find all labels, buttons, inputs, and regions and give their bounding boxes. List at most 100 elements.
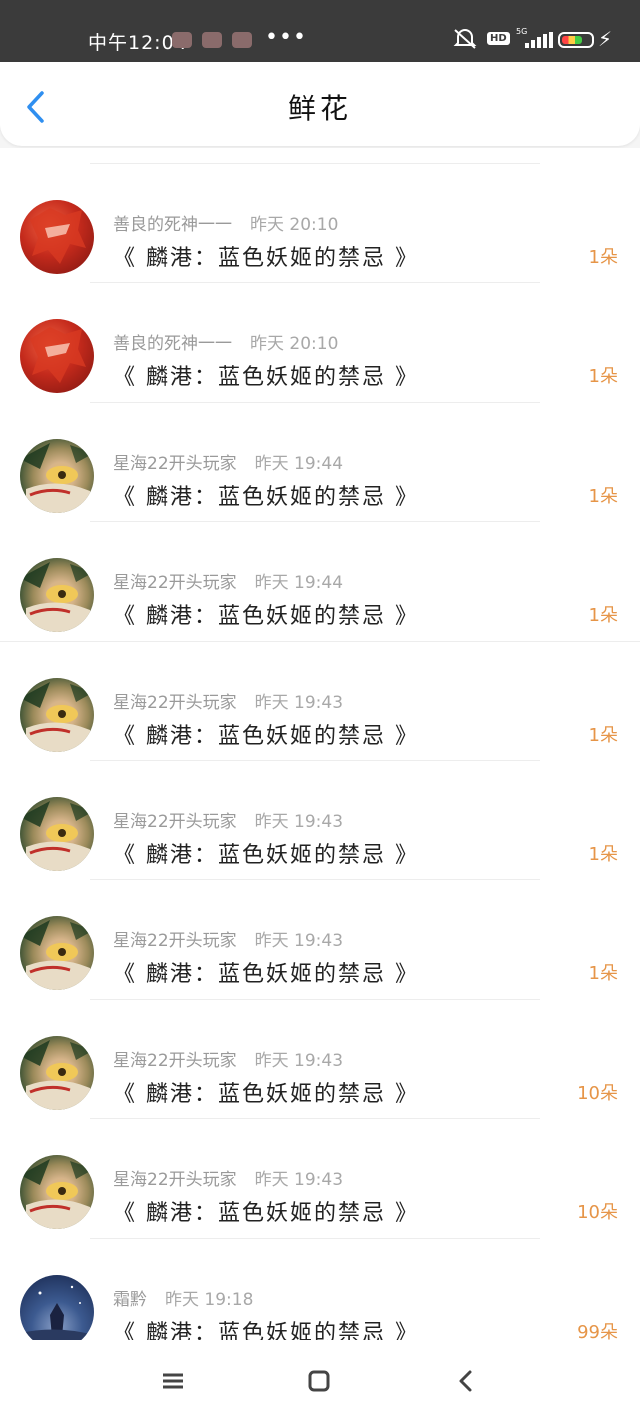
sender-name: 星海22开头玩家 (113, 812, 237, 832)
hamburger-menu-icon (163, 1373, 183, 1389)
list-item[interactable]: 善良的死神一一 昨天 20:10 《 麟港：蓝色妖姬的禁忌 》 1朵 (0, 282, 640, 401)
sent-time: 昨天 19:44 (254, 573, 344, 594)
flower-count: 10朵 (577, 1202, 618, 1224)
home-button[interactable] (306, 1368, 332, 1394)
row-divider (90, 879, 540, 881)
avatar[interactable] (20, 1155, 94, 1230)
battery-icon (558, 32, 594, 48)
book-title[interactable]: 《 麟港：蓝色妖姬的禁忌 》 (113, 956, 419, 988)
avatar[interactable] (20, 200, 94, 274)
sent-time: 昨天 20:10 (250, 215, 339, 235)
more-notifications: ••• (265, 25, 307, 50)
avatar[interactable] (20, 1274, 94, 1340)
sent-time: 昨天 19:43 (254, 1170, 344, 1191)
page-title: 鲜花 (287, 92, 352, 125)
sender-info: 善良的死神一一 昨天 20:10 (113, 210, 338, 235)
row-divider (90, 760, 540, 761)
header-bar: 鲜花 (0, 62, 640, 146)
sender-name: 星海22开头玩家 (113, 573, 237, 594)
status-bar: 中午12:04 ••• HD 5G ⚡ (0, 0, 640, 62)
sender-name: 星海22开头玩家 (113, 692, 237, 713)
hd-icon: HD (487, 32, 510, 45)
avatar[interactable] (20, 797, 94, 871)
chevron-left-icon (459, 1370, 472, 1392)
sent-time: 昨天 20:10 (250, 334, 339, 355)
avatar[interactable] (20, 438, 94, 513)
sent-time: 昨天 19:43 (254, 812, 344, 832)
system-back-button[interactable] (452, 1368, 478, 1394)
book-title[interactable]: 《 麟港：蓝色妖姬的禁忌 》 (113, 359, 419, 391)
flower-count: 1朵 (588, 247, 618, 268)
sender-name: 星海22开头玩家 (113, 453, 237, 474)
book-title[interactable]: 《 麟港：蓝色妖姬的禁忌 》 (113, 718, 419, 750)
list-item[interactable]: 星海22开头玩家 昨天 19:43 《 麟港：蓝色妖姬的禁忌 》 1朵 (0, 640, 640, 760)
sender-info: 霜黔 昨天 19:18 (113, 1285, 253, 1310)
sender-name: 善良的死神一一 (113, 215, 232, 235)
home-icon (308, 1370, 330, 1392)
notification-app-icon (232, 32, 252, 48)
sender-info: 星海22开头玩家 昨天 19:44 (113, 449, 343, 474)
avatar[interactable] (20, 1035, 94, 1110)
book-title[interactable]: 《 麟港：蓝色妖姬的禁忌 》 (113, 240, 419, 272)
flower-count: 1朵 (588, 963, 618, 985)
avatar[interactable] (20, 558, 94, 633)
flower-count: 1朵 (588, 844, 618, 865)
notification-app-icon (202, 32, 222, 48)
menu-button[interactable] (160, 1368, 186, 1394)
flower-count: 1朵 (588, 366, 618, 388)
list-item[interactable]: 星海22开头玩家 昨天 19:43 《 麟港：蓝色妖姬的禁忌 》 1朵 (0, 760, 640, 879)
sender-info: 星海22开头玩家 昨天 19:43 (113, 688, 343, 713)
flower-count: 1朵 (588, 724, 618, 746)
sender-name: 霜黔 (113, 1289, 147, 1310)
system-navigation-bar (0, 1340, 640, 1422)
book-title[interactable]: 《 麟港：蓝色妖姬的禁忌 》 (113, 837, 419, 869)
book-title[interactable]: 《 麟港：蓝色妖姬的禁忌 》 (113, 479, 419, 511)
sender-name: 星海22开头玩家 (113, 1050, 237, 1071)
flower-count: 99朵 (577, 1321, 618, 1340)
list-item[interactable]: 星海22开头玩家 昨天 19:43 《 麟港：蓝色妖姬的禁忌 》 1朵 (0, 879, 640, 998)
sender-info: 星海22开头玩家 昨天 19:44 (113, 568, 343, 593)
signal-icon (525, 32, 553, 48)
flower-count: 1朵 (588, 485, 618, 507)
sent-time: 昨天 19:43 (254, 692, 344, 713)
notification-app-icon (172, 32, 192, 48)
avatar[interactable] (20, 319, 94, 394)
sender-name: 善良的死神一一 (113, 334, 232, 355)
avatar[interactable] (20, 677, 94, 752)
flower-list[interactable]: 善良的死神一一 昨天 20:10 《 麟港：蓝色妖姬的禁忌 》 1朵 善良的死神一一 昨天… (0, 148, 640, 1340)
book-title[interactable]: 《 麟港：蓝色妖姬的禁忌 》 (113, 598, 419, 630)
list-item[interactable]: 星海22开头玩家 昨天 19:43 《 麟港：蓝色妖姬的禁忌 》 10朵 (0, 1118, 640, 1237)
sender-name: 星海22开头玩家 (113, 1170, 237, 1191)
book-title[interactable]: 《 麟港：蓝色妖姬的禁忌 》 (113, 1076, 419, 1108)
row-divider (90, 521, 540, 523)
book-title[interactable]: 《 麟港：蓝色妖姬的禁忌 》 (113, 1315, 419, 1340)
row-divider (90, 998, 540, 1000)
sent-time: 昨天 19:43 (254, 931, 344, 952)
row-divider (90, 1237, 540, 1239)
row-divider (0, 640, 640, 642)
list-item[interactable]: 星海22开头玩家 昨天 19:44 《 麟港：蓝色妖姬的禁忌 》 1朵 (0, 521, 640, 640)
flower-count: 10朵 (577, 1082, 618, 1104)
sender-info: 星海22开头玩家 昨天 19:43 (113, 926, 343, 951)
sent-time: 昨天 19:43 (254, 1050, 344, 1071)
avatar[interactable] (20, 916, 94, 991)
mute-icon (452, 28, 478, 56)
sent-time: 昨天 19:44 (254, 453, 344, 474)
row-divider (90, 282, 540, 284)
sender-info: 星海22开头玩家 昨天 19:43 (113, 1165, 343, 1190)
row-divider (90, 401, 540, 403)
list-item[interactable]: 星海22开头玩家 昨天 19:44 《 麟港：蓝色妖姬的禁忌 》 1朵 (0, 401, 640, 521)
charging-icon: ⚡ (598, 27, 613, 51)
list-item[interactable]: 星海22开头玩家 昨天 19:43 《 麟港：蓝色妖姬的禁忌 》 10朵 (0, 998, 640, 1118)
sender-info: 善良的死神一一 昨天 20:10 (113, 329, 338, 354)
list-item[interactable]: 霜黔 昨天 19:18 《 麟港：蓝色妖姬的禁忌 》 99朵 (0, 1237, 640, 1340)
list-item[interactable]: 善良的死神一一 昨天 20:10 《 麟港：蓝色妖姬的禁忌 》 1朵 (0, 163, 640, 282)
sent-time: 昨天 19:18 (165, 1289, 254, 1310)
flower-count: 1朵 (588, 605, 618, 627)
sender-info: 星海22开头玩家 昨天 19:43 (113, 1046, 343, 1071)
book-title[interactable]: 《 麟港：蓝色妖姬的禁忌 》 (113, 1195, 419, 1227)
sender-info: 星海22开头玩家 昨天 19:43 (113, 807, 343, 832)
row-divider (90, 1118, 540, 1120)
row-divider (90, 163, 540, 164)
sender-name: 星海22开头玩家 (113, 931, 237, 952)
